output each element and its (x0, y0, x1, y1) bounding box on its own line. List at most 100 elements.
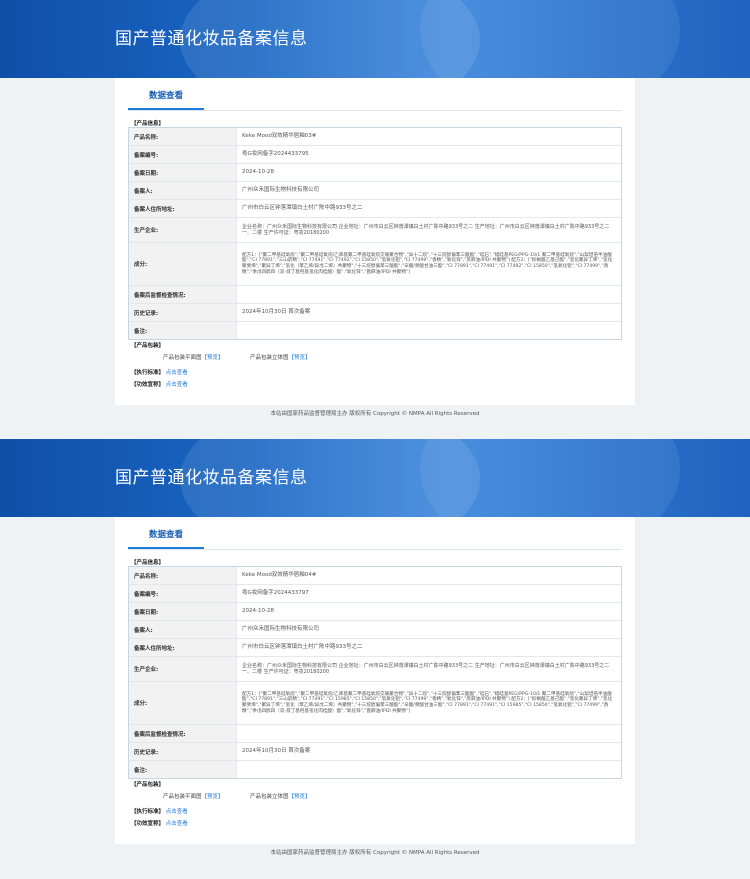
table-row: 备案后监督检查情况: (129, 285, 621, 303)
label-record-date: 备案日期: (129, 603, 237, 620)
value-record-no: 粤G妆网备字2024433795 (242, 151, 309, 157)
table-row: 备案人住所地址: 广州市白云区钟落潭镇白土村广陈中路933号之二 (129, 638, 621, 656)
label-ingredients: 成分: (129, 243, 237, 285)
value-history: 2024年10月30日 首次备案 (242, 748, 311, 754)
table-row: 生产企业: 企业名称：广州众禾国际生物科技有限公司 企业地址：广州市白云区钟落潭… (129, 656, 621, 681)
label-registrant: 备案人: (129, 182, 237, 199)
label-history: 历史记录: (129, 304, 237, 321)
info-table: 产品名称: Keke Mood双效精华唇釉03# 备案编号: 粤G妆网备字202… (128, 127, 622, 340)
value-registrant: 广州众禾国际生物科技有限公司 (242, 626, 320, 632)
table-row: 备案后监督检查情况: (129, 724, 621, 742)
table-row: 历史记录: 2024年10月30日 首次备案 (129, 303, 621, 321)
value-registrant-addr: 广州市白云区钟落潭镇白土村广陈中路933号之二 (242, 205, 363, 211)
value-producer: 企业名称：广州众禾国际生物科技有限公司 企业地址：广州市白云区钟落潭镇白土村广陈… (242, 224, 610, 236)
pkg-flat-item: 产品包装平面图【预览】 (163, 353, 224, 361)
pkg-flat-label: 产品包装平面图 (163, 355, 202, 361)
table-row: 备案日期: 2024-10-28 (129, 163, 621, 181)
label-record-no: 备案编号: (129, 585, 237, 602)
table-row: 备案人住所地址: 广州市白云区钟落潭镇白土村广陈中路933号之二 (129, 199, 621, 217)
value-product-name: Keke Mood双效精华唇釉03# (242, 133, 317, 139)
efficacy-row: 【功效宣称】 点击查看 (131, 819, 188, 827)
section-product-info: 【产品信息】 (131, 560, 165, 566)
table-row: 生产企业: 企业名称：广州众禾国际生物科技有限公司 企业地址：广州市白云区钟落潭… (129, 217, 621, 242)
tab-data-view[interactable]: 数据查看 (128, 525, 204, 549)
label-product-name: 产品名称: (129, 128, 237, 145)
table-row: 备注: (129, 321, 621, 339)
value-registrant: 广州众禾国际生物科技有限公司 (242, 187, 320, 193)
table-row: 成分: 配方1：["聚二甲基硅氧烷","聚二甲基硅氧烷/乙烯基聚二甲基硅氧烷交联… (129, 242, 621, 285)
table-row: 备案编号: 粤G妆网备字2024433795 (129, 145, 621, 163)
standard-label: 【执行标准】 (131, 370, 165, 376)
label-record-no: 备案编号: (129, 146, 237, 163)
pkg-flat-label: 产品包装平面图 (163, 794, 202, 800)
label-remark: 备注: (129, 322, 237, 339)
label-producer: 生产企业: (129, 657, 237, 681)
table-row: 备注: (129, 760, 621, 778)
pkg-3d-label: 产品包装立体图 (250, 355, 289, 361)
tab-bar: 数据查看 (128, 525, 622, 550)
efficacy-label: 【功效宣称】 (131, 821, 165, 827)
pkg-flat-preview-link[interactable]: 【预览】 (202, 355, 224, 361)
efficacy-label: 【功效宣称】 (131, 382, 165, 388)
efficacy-view-link[interactable]: 点击查看 (166, 382, 188, 388)
footer-copyright: 本站由国家药品监督管理局主办 版权所有 Copyright © NMPA All… (270, 411, 480, 417)
table-row: 产品名称: Keke Mood双效精华唇釉03# (129, 128, 621, 145)
section-packaging: 【产品包装】 (131, 343, 165, 349)
value-ingredients: 配方1：["聚二甲基硅氧烷","聚二甲基硅氧烷/乙烯基聚二甲基硅氧烷交联聚合物"… (242, 691, 613, 714)
pkg-3d-label: 产品包装立体图 (250, 794, 289, 800)
value-record-no: 粤G妆网备字2024433797 (242, 590, 309, 596)
standard-view-link[interactable]: 点击查看 (166, 809, 188, 815)
pkg-3d-preview-link[interactable]: 【预览】 (289, 355, 311, 361)
label-registrant-addr: 备案人住所地址: (129, 200, 237, 217)
table-row: 产品名称: Keke Mood双效精华唇釉04# (129, 567, 621, 584)
footer-copyright: 本站由国家药品监督管理局主办 版权所有 Copyright © NMPA All… (270, 850, 480, 856)
label-record-date: 备案日期: (129, 164, 237, 181)
tab-bar: 数据查看 (128, 86, 622, 111)
record-panel-1: 国产普通化妆品备案信息 数据查看 【产品信息】 产品名称: Keke Mood双… (0, 0, 750, 439)
label-history: 历史记录: (129, 743, 237, 760)
page-title: 国产普通化妆品备案信息 (115, 468, 308, 488)
detail-card: 数据查看 【产品信息】 产品名称: Keke Mood双效精华唇釉04# 备案编… (115, 517, 635, 844)
standard-view-link[interactable]: 点击查看 (166, 370, 188, 376)
page-title: 国产普通化妆品备案信息 (115, 29, 308, 49)
page-banner: 国产普通化妆品备案信息 (0, 0, 750, 78)
value-record-date: 2024-10-28 (242, 169, 274, 175)
tab-data-view[interactable]: 数据查看 (128, 86, 204, 110)
value-record-date: 2024-10-28 (242, 608, 274, 614)
section-packaging: 【产品包装】 (131, 782, 165, 788)
label-ingredients: 成分: (129, 682, 237, 724)
standard-row: 【执行标准】 点击查看 (131, 807, 188, 815)
value-post-check (237, 725, 621, 742)
label-registrant: 备案人: (129, 621, 237, 638)
pkg-3d-item: 产品包装立体图【预览】 (250, 353, 311, 361)
value-producer: 企业名称：广州众禾国际生物科技有限公司 企业地址：广州市白云区钟落潭镇白土村广陈… (242, 663, 610, 675)
pkg-3d-preview-link[interactable]: 【预览】 (289, 794, 311, 800)
record-panel-2: 国产普通化妆品备案信息 数据查看 【产品信息】 产品名称: Keke Mood双… (0, 439, 750, 878)
info-table: 产品名称: Keke Mood双效精华唇釉04# 备案编号: 粤G妆网备字202… (128, 566, 622, 779)
table-row: 备案人: 广州众禾国际生物科技有限公司 (129, 620, 621, 638)
label-registrant-addr: 备案人住所地址: (129, 639, 237, 656)
value-product-name: Keke Mood双效精华唇釉04# (242, 572, 317, 578)
detail-card: 数据查看 【产品信息】 产品名称: Keke Mood双效精华唇釉03# 备案编… (115, 78, 635, 405)
label-post-check: 备案后监督检查情况: (129, 286, 237, 303)
pkg-3d-item: 产品包装立体图【预览】 (250, 792, 311, 800)
value-remark (237, 761, 621, 778)
table-row: 备案日期: 2024-10-28 (129, 602, 621, 620)
standard-row: 【执行标准】 点击查看 (131, 368, 188, 376)
efficacy-view-link[interactable]: 点击查看 (166, 821, 188, 827)
value-remark (237, 322, 621, 339)
table-row: 成分: 配方1：["聚二甲基硅氧烷","聚二甲基硅氧烷/乙烯基聚二甲基硅氧烷交联… (129, 681, 621, 724)
label-product-name: 产品名称: (129, 567, 237, 584)
label-post-check: 备案后监督检查情况: (129, 725, 237, 742)
table-row: 备案人: 广州众禾国际生物科技有限公司 (129, 181, 621, 199)
section-product-info: 【产品信息】 (131, 121, 165, 127)
value-post-check (237, 286, 621, 303)
standard-label: 【执行标准】 (131, 809, 165, 815)
pkg-flat-preview-link[interactable]: 【预览】 (202, 794, 224, 800)
value-registrant-addr: 广州市白云区钟落潭镇白土村广陈中路933号之二 (242, 644, 363, 650)
value-history: 2024年10月30日 首次备案 (242, 309, 311, 315)
efficacy-row: 【功效宣称】 点击查看 (131, 380, 188, 388)
page-banner: 国产普通化妆品备案信息 (0, 439, 750, 517)
label-producer: 生产企业: (129, 218, 237, 242)
table-row: 备案编号: 粤G妆网备字2024433797 (129, 584, 621, 602)
